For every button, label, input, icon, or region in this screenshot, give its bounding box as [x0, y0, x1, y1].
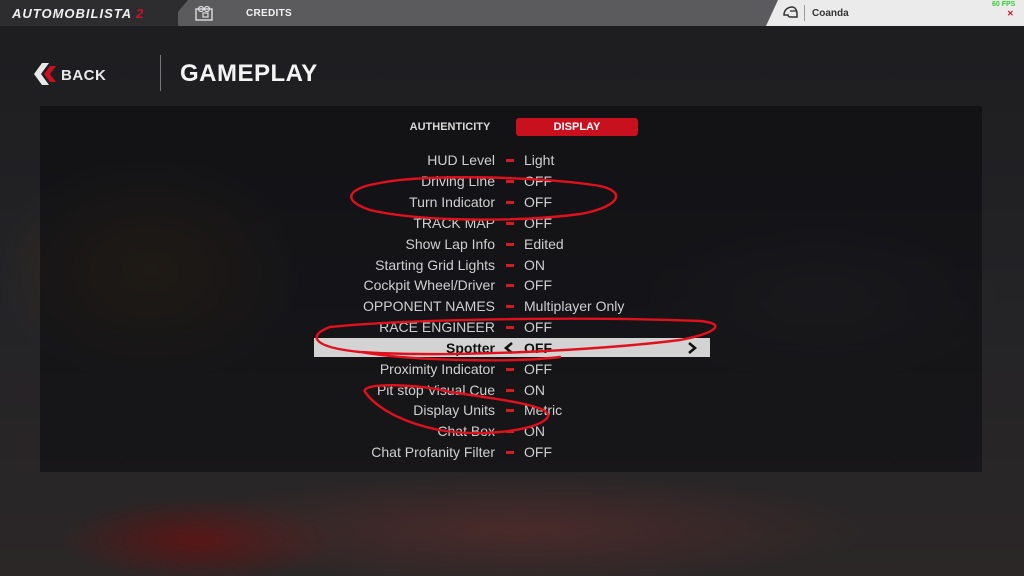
- setting-dash: [506, 201, 514, 204]
- setting-dash: [506, 368, 514, 371]
- setting-value: Multiplayer Only: [524, 298, 625, 314]
- setting-value: Light: [524, 152, 555, 168]
- tab-display[interactable]: DISPLAY: [516, 118, 638, 136]
- setting-label: Display Units: [413, 402, 495, 418]
- setting-row-show-lap-info[interactable]: Show Lap Info Edited: [0, 234, 1024, 254]
- setting-row-chat-box[interactable]: Chat Box ON: [0, 421, 1024, 441]
- setting-value: OFF: [524, 340, 552, 356]
- setting-value: OFF: [524, 361, 552, 377]
- back-chevron-icon: [34, 63, 56, 85]
- setting-value: ON: [524, 423, 545, 439]
- setting-dash: [506, 326, 514, 329]
- setting-label: Spotter: [446, 340, 495, 356]
- setting-dash: [506, 409, 514, 412]
- setting-label: OPPONENT NAMES: [363, 298, 495, 314]
- setting-value: OFF: [524, 444, 552, 460]
- username[interactable]: Coanda: [812, 8, 849, 19]
- setting-label: Turn Indicator: [409, 194, 495, 210]
- setting-label: RACE ENGINEER: [379, 319, 495, 335]
- setting-row-cockpit-wheel-driver[interactable]: Cockpit Wheel/Driver OFF: [0, 275, 1024, 295]
- chevron-left-icon[interactable]: [503, 341, 515, 355]
- setting-label: Chat Box: [437, 423, 495, 439]
- setting-row-display-units[interactable]: Display Units Metric: [0, 400, 1024, 420]
- logo-block-edge: [166, 0, 188, 26]
- setting-row-race-engineer[interactable]: RACE ENGINEER OFF: [0, 317, 1024, 337]
- setting-dash: [506, 451, 514, 454]
- setting-row-opponent-names[interactable]: OPPONENT NAMES Multiplayer Only: [0, 296, 1024, 316]
- chevron-right-icon[interactable]: [686, 341, 698, 355]
- setting-dash: [506, 430, 514, 433]
- setting-value: OFF: [524, 215, 552, 231]
- setting-value: ON: [524, 257, 545, 273]
- media-icon[interactable]: [194, 5, 214, 21]
- setting-row-pit-stop-visual-cue[interactable]: Pit stop Visual Cue ON: [0, 380, 1024, 400]
- setting-dash: [506, 180, 514, 183]
- tab-authenticity[interactable]: AUTHENTICITY: [390, 118, 510, 136]
- setting-dash: [506, 284, 514, 287]
- setting-value: ON: [524, 382, 545, 398]
- app-logo: AUTOMOBILISTA 2: [12, 6, 144, 21]
- setting-row-chat-profanity-filter[interactable]: Chat Profanity Filter OFF: [0, 442, 1024, 462]
- setting-row-proximity-indicator[interactable]: Proximity Indicator OFF: [0, 359, 1024, 379]
- tab-bar: AUTHENTICITY DISPLAY: [390, 118, 640, 136]
- logo-text: AUTOMOBILISTA: [12, 6, 133, 21]
- setting-row-turn-indicator[interactable]: Turn Indicator OFF: [0, 192, 1024, 212]
- setting-value: Edited: [524, 236, 564, 252]
- top-bar: AUTOMOBILISTA 2 CREDITS Coanda 60 FPS ✕: [0, 0, 1024, 26]
- user-block-edge: [766, 0, 778, 26]
- fps-counter: 60 FPS: [992, 1, 1016, 8]
- setting-label: HUD Level: [427, 152, 495, 168]
- setting-row-hud-level[interactable]: HUD Level Light: [0, 150, 1024, 170]
- setting-label: Driving Line: [421, 173, 495, 189]
- page-title: GAMEPLAY: [180, 60, 318, 87]
- setting-row-track-map[interactable]: TRACK MAP OFF: [0, 213, 1024, 233]
- setting-dash: [506, 389, 514, 392]
- setting-label: TRACK MAP: [413, 215, 495, 231]
- setting-dash: [506, 305, 514, 308]
- setting-dash: [506, 264, 514, 267]
- logo-number: 2: [136, 6, 145, 21]
- setting-value: OFF: [524, 173, 552, 189]
- setting-dash: [506, 159, 514, 162]
- setting-row-starting-grid-lights[interactable]: Starting Grid Lights ON: [0, 255, 1024, 275]
- setting-label: Starting Grid Lights: [375, 257, 495, 273]
- setting-label: Proximity Indicator: [379, 361, 495, 377]
- setting-dash: [506, 222, 514, 225]
- title-separator: [160, 55, 161, 91]
- setting-value: Metric: [524, 402, 563, 418]
- setting-row-spotter[interactable]: Spotter OFF: [0, 338, 1024, 358]
- helmet-icon: [783, 6, 798, 18]
- setting-value: OFF: [524, 277, 552, 293]
- setting-value: OFF: [524, 194, 552, 210]
- setting-label: Show Lap Info: [405, 236, 495, 252]
- close-icon[interactable]: ✕: [1007, 9, 1014, 18]
- setting-label: Pit stop Visual Cue: [376, 382, 495, 398]
- back-label: BACK: [61, 67, 107, 84]
- setting-row-driving-line[interactable]: Driving Line OFF: [0, 171, 1024, 191]
- user-separator: [804, 5, 805, 21]
- setting-value: OFF: [524, 319, 552, 335]
- back-button[interactable]: BACK: [32, 61, 122, 87]
- setting-label: Chat Profanity Filter: [371, 444, 495, 460]
- setting-dash: [506, 243, 514, 246]
- credits-button[interactable]: CREDITS: [246, 8, 292, 19]
- setting-label: Cockpit Wheel/Driver: [363, 277, 495, 293]
